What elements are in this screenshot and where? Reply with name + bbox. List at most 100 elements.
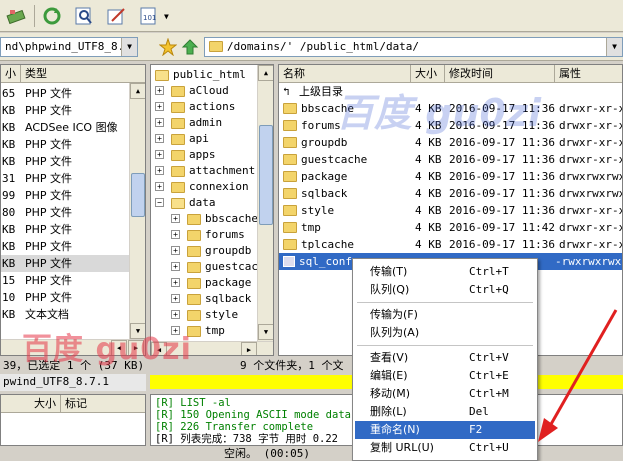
menu-item[interactable]: 传输(T) Ctrl+T [355, 263, 535, 281]
collapse-icon[interactable]: − [155, 198, 164, 207]
expand-icon[interactable]: + [155, 86, 164, 95]
menu-item[interactable]: 传输为(F) [355, 306, 535, 324]
menu-item[interactable]: 重命名(N) F2 [355, 421, 535, 439]
table-row[interactable]: 80 PHP 文件 [1, 204, 129, 221]
expand-icon[interactable]: + [155, 134, 164, 143]
table-row[interactable]: sqlback 4 KB 2016-09-17 11:36 drwxrwxrwx [279, 185, 622, 202]
expand-icon[interactable]: + [171, 326, 180, 335]
menu-item[interactable]: 查看(V) Ctrl+V [355, 349, 535, 367]
file-size: KB [2, 104, 16, 117]
search-icon[interactable] [72, 4, 96, 28]
file-name: tmp [301, 221, 321, 234]
file-modified: 2016-09-17 11:36 [449, 187, 555, 200]
local-path-combo[interactable]: nd\phpwind_UTF8_8.7.1 ▼ [0, 37, 138, 57]
table-row[interactable]: 15 PHP 文件 [1, 272, 129, 289]
parent-folder-icon[interactable] [178, 35, 202, 59]
queue-flag-header[interactable]: 标记 [61, 395, 145, 413]
scroll-up-icon[interactable]: ▲ [258, 65, 273, 81]
table-row[interactable]: KB ACDSee ICO 图像 [1, 119, 129, 136]
table-row[interactable]: bbscache 4 KB 2016-09-17 11:36 drwxr-xr-x [279, 100, 622, 117]
vertical-scrollbar[interactable]: ▲ ▼ [129, 83, 145, 339]
col-name-header[interactable]: 名称 [279, 65, 411, 83]
table-row[interactable]: KB PHP 文件 [1, 221, 129, 238]
menu-item[interactable]: 队列为(A) [355, 324, 535, 342]
properties-icon[interactable]: 101 [136, 4, 160, 28]
expand-icon[interactable]: + [171, 214, 180, 223]
expand-icon[interactable]: + [171, 278, 180, 287]
file-size: KB [2, 155, 16, 168]
menu-item[interactable]: 队列(Q) Ctrl+Q [355, 281, 535, 299]
table-row[interactable]: style 4 KB 2016-09-17 11:36 drwxr-xr-x [279, 202, 622, 219]
chevron-down-icon[interactable]: ▼ [121, 38, 137, 56]
horizontal-scrollbar[interactable]: ◀ ▶ [151, 341, 273, 355]
scroll-right-icon[interactable]: ▶ [241, 342, 257, 355]
expand-icon[interactable]: + [155, 166, 164, 175]
table-row[interactable]: 10 PHP 文件 [1, 289, 129, 306]
local-file-list[interactable]: 小 类型 65 PHP 文件 KB PHP 文件 KB ACDSee ICO 图像 KB PH… [0, 64, 146, 356]
file-size: 31 [2, 172, 16, 185]
expand-icon[interactable]: + [171, 294, 180, 303]
table-row[interactable]: KB PHP 文件 [1, 136, 129, 153]
col-attr-header[interactable]: 属性 [555, 65, 622, 83]
expand-icon[interactable]: + [155, 182, 164, 191]
folder-icon [283, 222, 297, 233]
expand-icon[interactable]: + [155, 102, 164, 111]
table-row[interactable]: guestcache 4 KB 2016-09-17 11:36 drwxr-xr-x [279, 151, 622, 168]
file-name: style [301, 204, 335, 217]
tree-node-root[interactable]: public_html [155, 67, 246, 83]
scroll-thumb[interactable] [259, 125, 273, 225]
col-type-header[interactable]: 类型 [21, 65, 145, 83]
queue-size-header[interactable]: 大小 [1, 395, 61, 413]
table-row[interactable]: 99 PHP 文件 [1, 187, 129, 204]
col-modified-header[interactable]: 修改时间 [445, 65, 555, 83]
table-row[interactable]: tplcache 4 KB 2016-09-17 11:36 drwxr-xr-x [279, 236, 622, 253]
table-row[interactable]: forums 4 KB 2016-09-17 11:36 drwxr-xr-x [279, 117, 622, 134]
table-row[interactable]: KB 文本文档 [1, 306, 129, 323]
toolbar: 101 ▼ [0, 0, 623, 32]
menu-item[interactable]: 编辑(E) Ctrl+E [355, 367, 535, 385]
file-name: forums [301, 119, 341, 132]
scroll-up-icon[interactable]: ▲ [130, 83, 145, 99]
dropdown-arrow-icon[interactable]: ▼ [164, 12, 169, 21]
table-row[interactable]: KB PHP 文件 [1, 238, 129, 255]
favorites-star-icon[interactable] [156, 35, 180, 59]
connect-icon[interactable] [4, 4, 28, 28]
vertical-scrollbar[interactable]: ▲ ▼ [257, 65, 273, 341]
table-row[interactable]: KB PHP 文件 [1, 102, 129, 119]
expand-icon[interactable]: + [171, 230, 180, 239]
horizontal-scrollbar[interactable]: ◀ ▶ [1, 339, 145, 355]
table-row[interactable]: package 4 KB 2016-09-17 11:36 drwxrwxrwx [279, 168, 622, 185]
expand-icon[interactable]: + [171, 310, 180, 319]
col-size-header[interactable]: 小 [1, 65, 21, 83]
expand-icon[interactable]: + [171, 262, 180, 271]
table-row[interactable]: tmp 4 KB 2016-09-17 11:42 drwxr-xr-x [279, 219, 622, 236]
scroll-down-icon[interactable]: ▼ [258, 324, 273, 340]
table-row[interactable]: KB PHP 文件 [1, 153, 129, 170]
scroll-down-icon[interactable]: ▼ [130, 323, 145, 339]
table-row[interactable]: 65 PHP 文件 [1, 85, 129, 102]
folder-tree[interactable]: public_html + aCloud + actions + admin + api + ap… [150, 64, 274, 356]
menu-item[interactable]: 删除(L) Del [355, 403, 535, 421]
file-size: KB [2, 223, 16, 236]
table-row[interactable]: KB PHP 文件 [1, 255, 129, 272]
queue-list[interactable]: 大小 标记 [0, 394, 146, 446]
scroll-right-icon[interactable]: ▶ [128, 340, 144, 355]
col-size-header[interactable]: 大小 [411, 65, 445, 83]
table-row[interactable]: groupdb 4 KB 2016-09-17 11:36 drwxr-xr-x [279, 134, 622, 151]
expand-icon[interactable]: + [155, 150, 164, 159]
refresh-icon[interactable] [40, 4, 64, 28]
edit-icon[interactable] [104, 4, 128, 28]
scroll-thumb[interactable] [131, 173, 145, 217]
expand-icon[interactable]: + [155, 118, 164, 127]
menu-item[interactable]: 移动(M) Ctrl+M [355, 385, 535, 403]
file-modified: 2016-09-17 11:36 [449, 119, 555, 132]
menu-item[interactable]: 复制 URL(U) Ctrl+U [355, 439, 535, 457]
expand-icon[interactable]: + [171, 246, 180, 255]
file-size: 80 [2, 206, 16, 219]
scroll-left-icon[interactable]: ◀ [111, 340, 127, 355]
up-directory-row[interactable]: ↰ 上级目录 [279, 83, 622, 100]
table-row[interactable]: 31 PHP 文件 [1, 170, 129, 187]
remote-path-combo[interactable]: /domains/' /public_html/data/ ▼ [204, 37, 623, 57]
scroll-left-icon[interactable]: ◀ [151, 342, 167, 355]
chevron-down-icon[interactable]: ▼ [606, 38, 622, 56]
